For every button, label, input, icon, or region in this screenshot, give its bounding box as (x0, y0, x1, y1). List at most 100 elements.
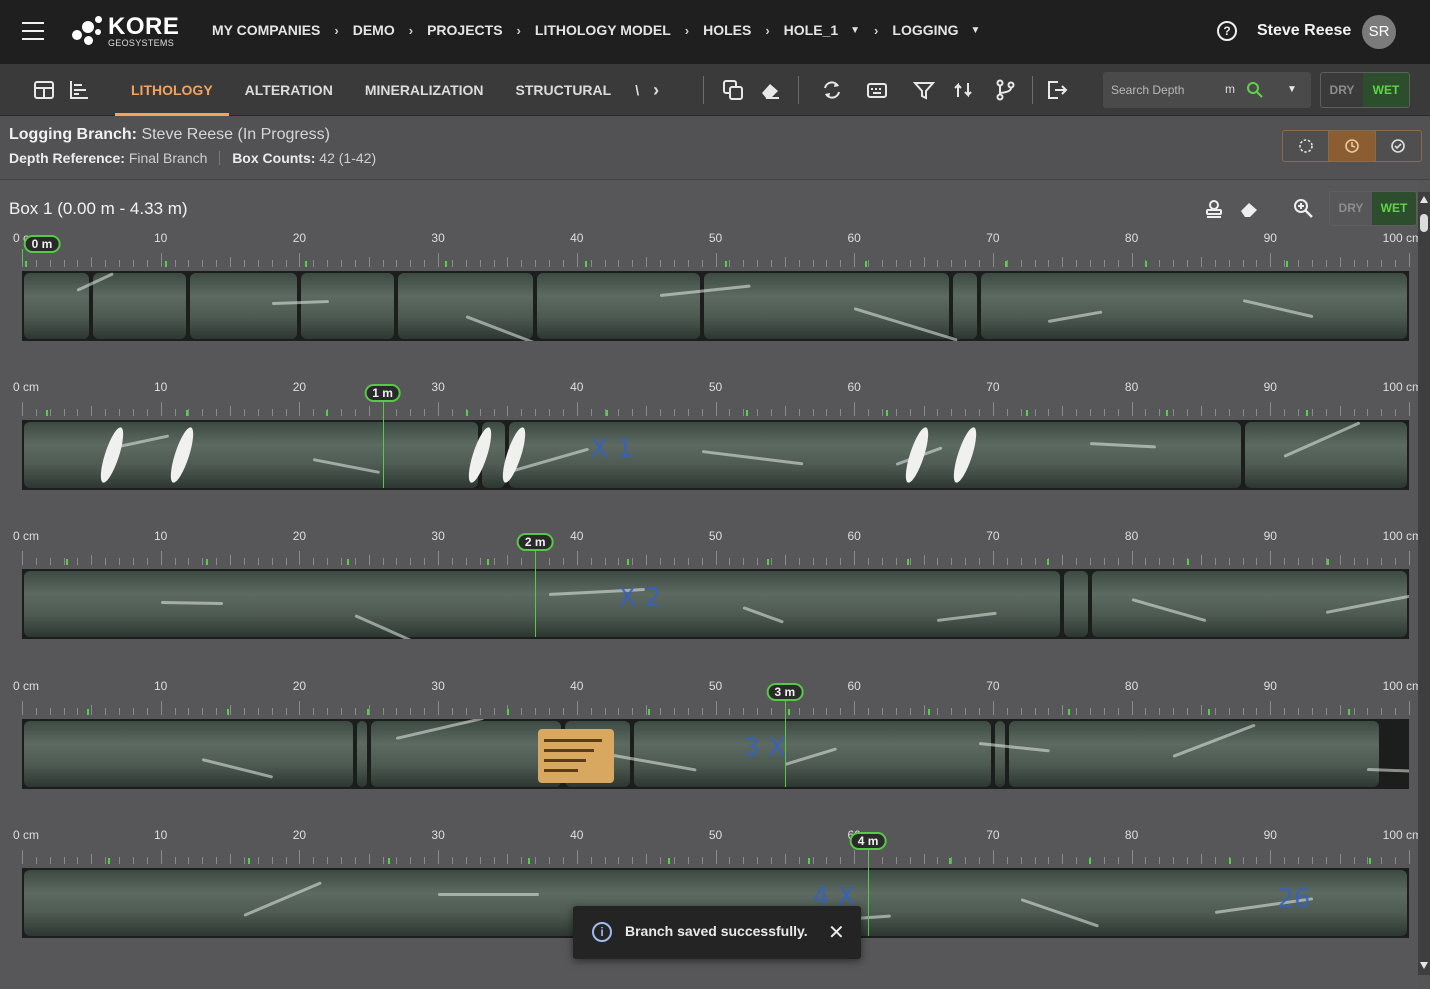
interval-tick (865, 261, 868, 267)
ruler-tick (687, 708, 689, 715)
dry-wet-toggle[interactable]: DRY WET (1320, 72, 1410, 108)
wet-option[interactable]: WET (1363, 73, 1409, 107)
breadcrumb-demo[interactable]: DEMO (353, 22, 395, 38)
depth-marker-line (22, 249, 23, 263)
depth-search[interactable]: Search Depth m ▼ (1103, 72, 1311, 108)
caret-down-icon[interactable]: ▼ (1287, 84, 1297, 95)
ruler-tick (35, 857, 37, 864)
depth-marker[interactable]: 2 m (516, 533, 554, 551)
box-wet-option[interactable]: WET (1372, 192, 1416, 225)
scroll-thumb[interactable] (1420, 214, 1428, 232)
stamp-icon[interactable] (1204, 199, 1224, 219)
search-depth-input[interactable]: Search Depth (1111, 83, 1184, 97)
export-icon[interactable] (1046, 79, 1068, 101)
depth-marker-line (868, 846, 870, 936)
breadcrumb-hole-1[interactable]: HOLE_1 (784, 22, 838, 38)
core-row[interactable]: 0 cm 10 20 30 40 50 60 70 80 90 100 cm 3 X 3 m (0, 679, 1422, 819)
copy-icon[interactable] (722, 79, 744, 101)
breadcrumb-my-companies[interactable]: MY COMPANIES (212, 22, 320, 38)
tab-alteration[interactable]: ALTERATION (229, 64, 349, 116)
interval-tick (185, 410, 188, 416)
tab-mineralization[interactable]: MINERALIZATION (349, 64, 500, 116)
ruler-tick (1131, 551, 1133, 565)
ruler-tick (632, 708, 634, 715)
zoom-in-icon[interactable] (1293, 198, 1314, 219)
ruler-tick (604, 708, 606, 715)
caret-down-icon[interactable]: ▼ (971, 25, 981, 36)
dry-option[interactable]: DRY (1321, 73, 1363, 107)
depth-marker[interactable]: 1 m (364, 384, 401, 402)
ruler-tick (49, 857, 51, 864)
scroll-up-icon[interactable] (1420, 196, 1428, 203)
chart-icon[interactable] (68, 79, 90, 101)
core-image[interactable]: X 1 (22, 420, 1409, 490)
tab-lithology[interactable]: LITHOLOGY (115, 64, 229, 116)
ruler-tick (1187, 857, 1189, 864)
kore-logo[interactable]: KORE GEOSYSTEMS (70, 12, 180, 52)
ruler-tick (1325, 409, 1327, 416)
ruler-tick (1048, 260, 1050, 267)
ruler-tick (1214, 558, 1216, 565)
eraser-icon[interactable] (759, 79, 781, 101)
tab-structural[interactable]: STRUCTURAL (500, 64, 628, 116)
tabs-next-icon[interactable]: › (647, 64, 665, 116)
box-dry-option[interactable]: DRY (1330, 192, 1372, 225)
ruler-tick (1173, 708, 1175, 715)
user-name[interactable]: Steve Reese (1257, 22, 1351, 40)
ruler-tick (1062, 555, 1064, 565)
branch-icon[interactable] (994, 79, 1016, 101)
breadcrumb-logging[interactable]: LOGGING (892, 22, 958, 38)
core-image[interactable]: X 2 (22, 569, 1409, 639)
ruler-tick (521, 708, 523, 715)
status-in-progress[interactable] (1329, 131, 1376, 161)
ruler-label: 90 (1263, 231, 1277, 245)
breadcrumb-holes[interactable]: HOLES (703, 22, 751, 38)
status-not-started[interactable] (1283, 131, 1330, 161)
depth-marker[interactable]: 3 m (766, 683, 804, 701)
ruler-tick (1353, 260, 1355, 267)
ruler-tick (160, 551, 162, 565)
status-complete[interactable] (1376, 131, 1421, 161)
scroll-down-icon[interactable] (1420, 962, 1428, 969)
ruler-tick (1339, 854, 1341, 864)
ruler-tick (660, 558, 662, 565)
depth-marker[interactable]: 0 m (23, 235, 61, 253)
core-row[interactable]: 0 cm 10 20 30 40 50 60 70 80 90 100 cm X 1 1 m (0, 380, 1422, 520)
filter-icon[interactable] (913, 79, 935, 101)
ruler-tick (1214, 409, 1216, 416)
core-image[interactable]: 3 X (22, 719, 1409, 789)
help-icon[interactable]: ? (1217, 21, 1237, 41)
ruler-tick (313, 708, 315, 715)
ruler-tick (119, 260, 121, 267)
refresh-icon[interactable] (821, 79, 843, 101)
avatar[interactable]: SR (1362, 15, 1396, 49)
core-image[interactable] (22, 271, 1409, 341)
vertical-scrollbar[interactable] (1418, 192, 1430, 975)
menu-icon[interactable] (22, 22, 44, 40)
sync-icon[interactable] (952, 79, 974, 101)
ruler-tick (438, 253, 440, 267)
keyboard-icon[interactable] (866, 79, 888, 101)
close-icon[interactable]: ✕ (828, 920, 845, 945)
ruler-label: 50 (708, 380, 723, 394)
table-icon[interactable] (33, 79, 55, 101)
eraser-icon[interactable] (1239, 199, 1259, 219)
breadcrumb-lithology-model[interactable]: LITHOLOGY MODEL (535, 22, 671, 38)
core-row[interactable]: 0 cm 10 20 30 40 50 60 70 80 90 100 cm X 2 2 m (0, 529, 1422, 669)
ruler-tick (909, 708, 911, 715)
search-icon[interactable] (1246, 81, 1264, 99)
ruler-tick (146, 260, 148, 267)
box-dry-wet-toggle[interactable]: DRY WET (1329, 191, 1417, 226)
interval-tick (787, 709, 790, 715)
ruler-tick (493, 409, 495, 416)
caret-down-icon[interactable]: ▼ (850, 25, 860, 36)
ruler-tick (479, 260, 481, 267)
breadcrumb-projects[interactable]: PROJECTS (427, 22, 502, 38)
tab-overflow[interactable]: \ (627, 64, 647, 116)
info-divider (219, 151, 221, 165)
core-box-viewer: Box 1 (0.00 m - 4.33 m) DRY WET 0 cm 10 20… (0, 181, 1422, 989)
branch-value: Steve Reese (In Progress) (141, 126, 330, 143)
ruler-tick (174, 409, 176, 416)
core-row[interactable]: 0 cm102030405060708090100 cm0 m (0, 231, 1422, 371)
depth-marker[interactable]: 4 m (849, 832, 887, 850)
